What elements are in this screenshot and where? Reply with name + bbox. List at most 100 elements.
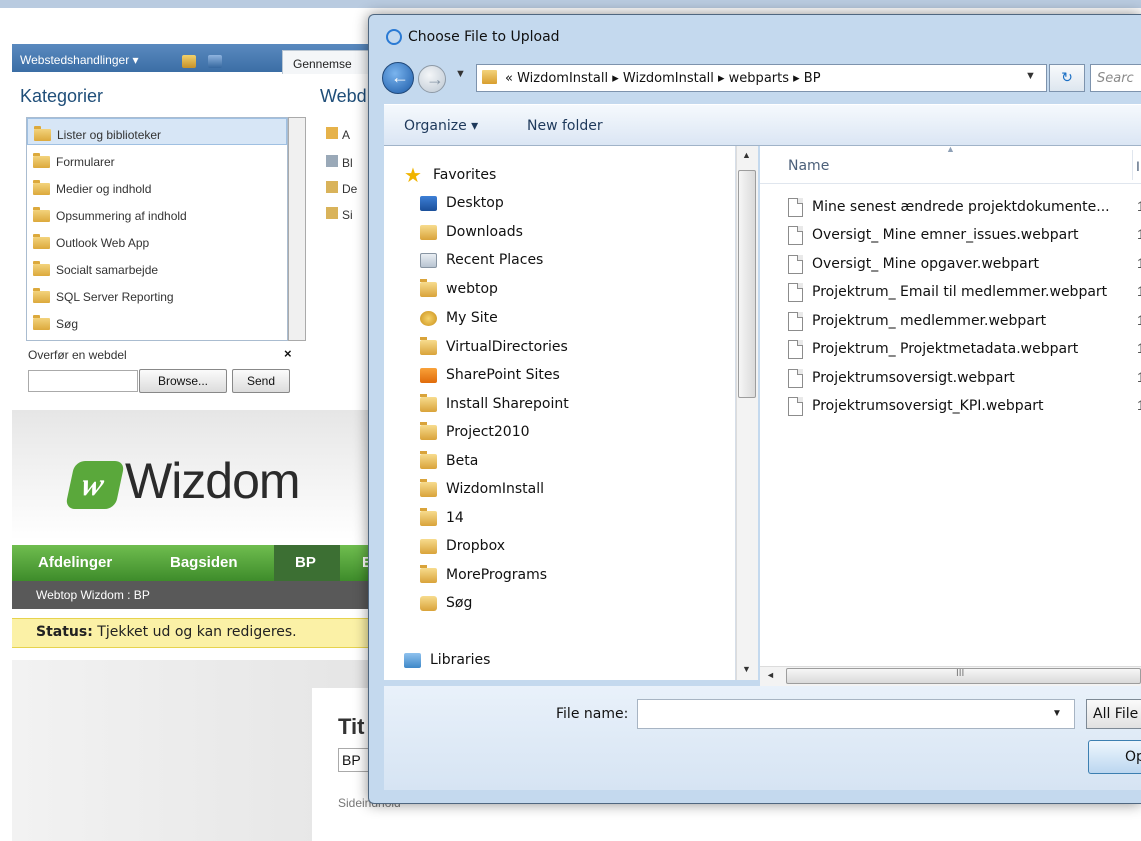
site-actions-label: Webstedshandlinger: [20, 53, 130, 67]
breadcrumb[interactable]: Webtop Wizdom : BP: [36, 588, 150, 602]
address-dropdown-icon[interactable]: ▼: [1025, 70, 1036, 82]
back-button[interactable]: ←: [382, 62, 414, 94]
nav-virtualdirectories[interactable]: VirtualDirectories: [420, 336, 568, 358]
send-button[interactable]: Send: [232, 369, 290, 393]
site-actions-menu[interactable]: Webstedshandlinger ▾: [20, 53, 139, 67]
new-folder-button[interactable]: New folder: [527, 118, 603, 134]
file-type-filter[interactable]: All File: [1086, 699, 1141, 729]
list-item[interactable]: Opsummering af indhold: [27, 199, 287, 226]
list-item[interactable]: Outlook Web App: [27, 226, 287, 253]
list-item[interactable]: Medier og indhold: [27, 172, 287, 199]
nav-webtop[interactable]: webtop: [420, 278, 498, 300]
column-divider[interactable]: [1132, 150, 1133, 180]
organize-button[interactable]: Organize ▾: [404, 118, 478, 134]
nav-wizdominstall[interactable]: WizdomInstall: [420, 478, 544, 500]
list-item[interactable]: Projektrumsoversigt_KPI.webpart: [788, 394, 1044, 418]
file-date: 1: [1137, 255, 1141, 271]
webpart-item[interactable]: Bl: [326, 155, 370, 170]
nav-beta[interactable]: Beta: [420, 450, 478, 472]
title-label: Tit: [338, 714, 365, 739]
folder-icon: [33, 287, 50, 303]
webpart-icon: [326, 127, 338, 139]
list-item[interactable]: Formularer: [27, 145, 287, 172]
search-input[interactable]: Searc: [1090, 64, 1141, 92]
webpart-label: De: [342, 182, 358, 196]
category-label: SQL Server Reporting: [56, 289, 174, 304]
list-item[interactable]: Mine senest ændrede projektdokumente...: [788, 195, 1110, 219]
nav-dropbox[interactable]: Dropbox: [420, 535, 505, 557]
dialog-title: Choose File to Upload: [408, 29, 560, 45]
nav-install-sharepoint[interactable]: Install Sharepoint: [420, 393, 569, 415]
forward-button[interactable]: →: [418, 65, 446, 93]
scroll-down-icon[interactable]: ▼: [742, 664, 751, 674]
ie-icon: [386, 29, 402, 45]
categories-scrollbar[interactable]: [288, 117, 306, 341]
dropbox-icon: [420, 538, 437, 554]
webpart-item[interactable]: A: [326, 127, 370, 142]
nav-item-bp[interactable]: BP: [295, 554, 316, 571]
open-button[interactable]: Op: [1088, 740, 1141, 774]
folder-icon: [33, 179, 50, 195]
nav-item-afdelinger[interactable]: Afdelinger: [38, 554, 112, 571]
tab-browse[interactable]: Gennemse: [282, 50, 372, 74]
navigate-up-icon[interactable]: [182, 55, 196, 68]
list-item[interactable]: Oversigt_ Mine emner_issues.webpart: [788, 223, 1078, 247]
nav-label: VirtualDirectories: [446, 339, 568, 355]
nav-14[interactable]: 14: [420, 507, 464, 529]
file-name-input[interactable]: [637, 699, 1075, 729]
file-name-dropdown-icon[interactable]: ▼: [1052, 708, 1062, 719]
file-date: 1: [1137, 226, 1141, 242]
file-name: Mine senest ændrede projektdokumente...: [812, 199, 1110, 215]
file-icon: [788, 225, 803, 245]
refresh-button[interactable]: ↻: [1049, 64, 1085, 92]
browser-frame: [0, 0, 1141, 8]
nav-moreprograms[interactable]: MorePrograms: [420, 564, 547, 586]
file-name-label: File name:: [556, 706, 629, 722]
address-bar[interactable]: « WizdomInstall ▸ WizdomInstall ▸ webpar…: [476, 64, 1047, 92]
edit-page-icon[interactable]: [208, 55, 222, 68]
nav-desktop[interactable]: Desktop: [420, 192, 504, 214]
list-item[interactable]: Projektrum_ Projektmetadata.webpart: [788, 337, 1078, 361]
column-date-modified[interactable]: I: [1136, 158, 1140, 174]
nav-item-bagsiden[interactable]: Bagsiden: [170, 554, 238, 571]
list-item[interactable]: Projektrum_ Email til medlemmer.webpart: [788, 280, 1107, 304]
list-item[interactable]: SQL Server Reporting: [27, 280, 287, 307]
nav-sharepoint-sites[interactable]: SharePoint Sites: [420, 364, 560, 386]
nav-my-site[interactable]: My Site: [420, 307, 498, 329]
downloads-icon: [420, 224, 437, 240]
list-item[interactable]: Socialt samarbejde: [27, 253, 287, 280]
nav-label: Libraries: [430, 652, 491, 668]
nav-label: WizdomInstall: [446, 481, 545, 497]
file-date: 1: [1137, 198, 1141, 214]
webpart-item[interactable]: De: [326, 181, 370, 196]
column-name[interactable]: Name: [788, 158, 829, 174]
browse-button[interactable]: Browse...: [139, 369, 227, 393]
list-item[interactable]: Projektrum_ medlemmer.webpart: [788, 309, 1046, 333]
category-label: Opsummering af indhold: [56, 208, 187, 223]
nav-downloads[interactable]: Downloads: [420, 221, 523, 243]
scroll-up-icon[interactable]: ▲: [742, 150, 751, 160]
file-icon: [788, 282, 803, 302]
file-date: 1: [1137, 397, 1141, 413]
nav-libraries[interactable]: Libraries: [404, 649, 490, 671]
categories-list[interactable]: Lister og biblioteker Formularer Medier …: [26, 117, 288, 341]
list-item[interactable]: Projektrumsoversigt.webpart: [788, 366, 1015, 390]
list-item[interactable]: Søg: [27, 307, 287, 334]
close-icon[interactable]: ×: [284, 346, 292, 361]
nav-sog[interactable]: Søg: [420, 592, 472, 614]
file-name: Projektrumsoversigt_KPI.webpart: [812, 398, 1044, 414]
nav-scrollbar-thumb[interactable]: [738, 170, 756, 398]
scroll-left-icon[interactable]: ◄: [766, 670, 775, 680]
nav-label: Desktop: [446, 195, 504, 211]
nav-label: 14: [446, 510, 464, 526]
nav-project2010[interactable]: Project2010: [420, 421, 530, 443]
folder-icon: [33, 260, 50, 276]
nav-label: Dropbox: [446, 538, 505, 554]
recent-pages-dropdown[interactable]: ▼: [455, 68, 466, 80]
list-item[interactable]: Oversigt_ Mine opgaver.webpart: [788, 252, 1039, 276]
nav-favorites[interactable]: ★ Favorites: [404, 164, 496, 186]
nav-recent-places[interactable]: Recent Places: [420, 249, 543, 271]
webpart-item[interactable]: Si: [326, 207, 370, 222]
list-item[interactable]: Lister og biblioteker: [27, 118, 287, 145]
upload-file-input[interactable]: [28, 370, 138, 392]
